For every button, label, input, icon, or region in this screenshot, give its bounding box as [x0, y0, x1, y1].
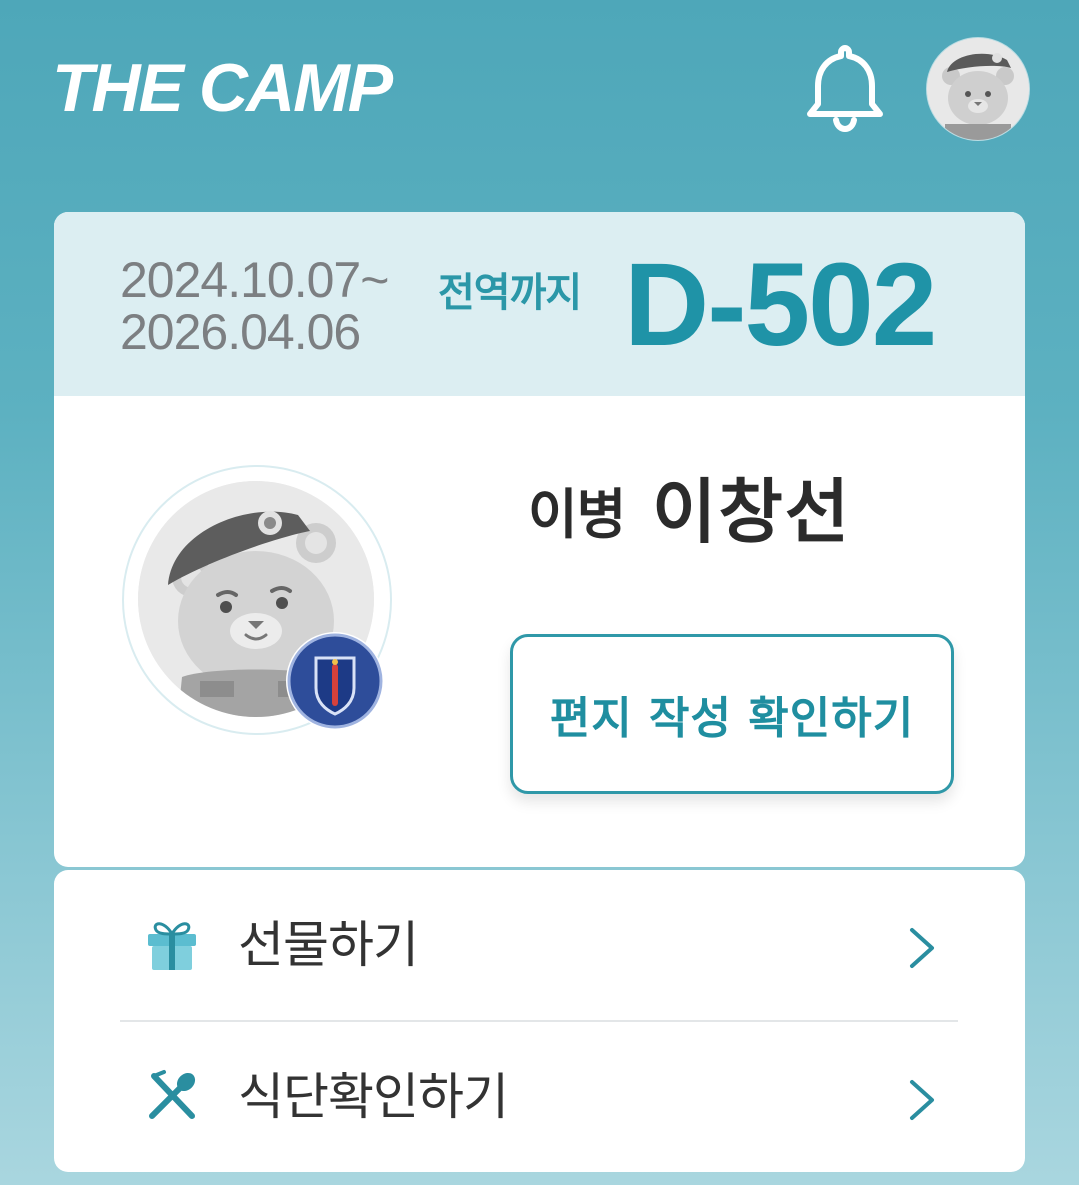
dday-banner: 2024.10.07~ 2026.04.06 전역까지 D-502 — [54, 212, 1025, 396]
utensils-icon — [149, 1070, 196, 1119]
menu-card: 선물하기 식단확인하기 — [54, 870, 1025, 1172]
unit-emblem-badge — [286, 632, 384, 730]
discharge-until-label: 전역까지 — [438, 270, 582, 316]
chevron-right-icon — [910, 1080, 934, 1120]
gift-icon — [148, 922, 196, 970]
dday-counter: D-502 — [624, 239, 937, 371]
write-letter-button[interactable]: 편지 작성 확인하기 — [510, 634, 954, 794]
bell-icon — [807, 45, 883, 133]
menu-item-gift[interactable]: 선물하기 — [54, 870, 1025, 1020]
bear-avatar-icon — [927, 38, 1029, 140]
shield-emblem-icon — [287, 633, 383, 729]
app-logo: THE CAMP — [52, 50, 393, 126]
menu-item-meal[interactable]: 식단확인하기 — [54, 1022, 1025, 1172]
menu-label-gift: 선물하기 — [238, 916, 419, 974]
service-card: 2024.10.07~ 2026.04.06 전역까지 D-502 이병 이창선… — [54, 212, 1025, 867]
service-period: 2024.10.07~ 2026.04.06 — [120, 252, 389, 360]
service-start-date: 2024.10.07~ — [120, 252, 389, 308]
soldier-rank: 이병 — [528, 483, 626, 546]
menu-label-meal: 식단확인하기 — [238, 1068, 509, 1126]
soldier-name: 이창선 — [652, 471, 852, 553]
profile-avatar-button[interactable] — [927, 38, 1029, 140]
notification-button[interactable] — [800, 40, 890, 133]
chevron-right-icon — [910, 928, 934, 968]
service-end-date: 2026.04.06 — [120, 304, 361, 360]
